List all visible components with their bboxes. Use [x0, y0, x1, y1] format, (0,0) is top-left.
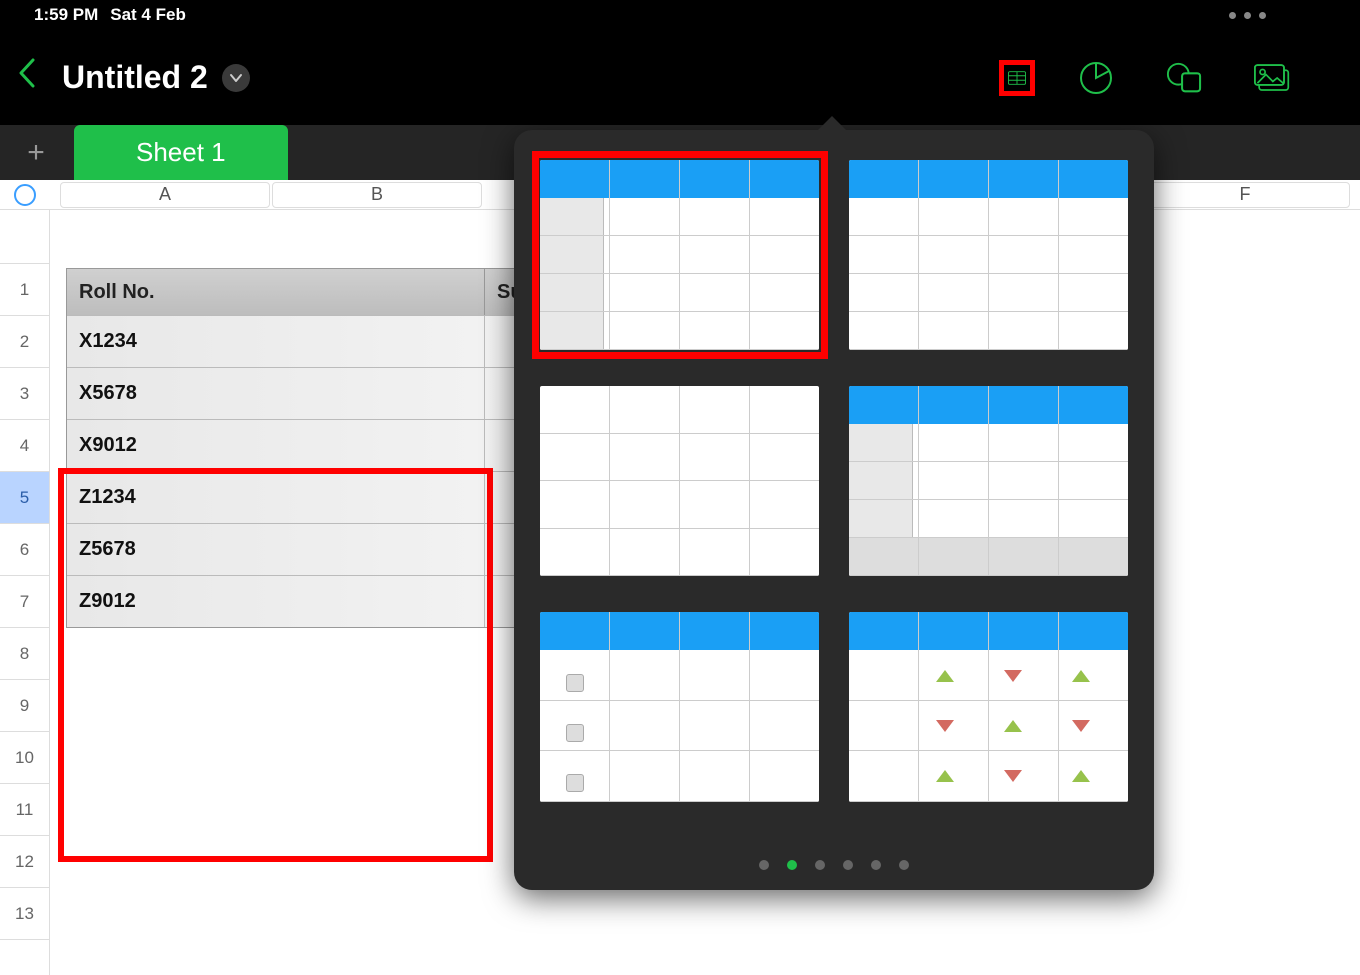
- row-numbers: 1 2 3 4 5 6 7 8 9 10 11 12 13: [0, 210, 50, 975]
- row-num[interactable]: 9: [0, 680, 49, 732]
- row-num[interactable]: 12: [0, 836, 49, 888]
- row-num[interactable]: 8: [0, 628, 49, 680]
- popover-arrow: [816, 116, 848, 132]
- insert-shape-icon[interactable]: [1166, 60, 1202, 96]
- add-sheet-button[interactable]: +: [0, 125, 72, 180]
- table-style-option-3[interactable]: [540, 386, 819, 576]
- status-bar: 1:59 PM Sat 4 Feb: [0, 0, 1360, 30]
- title-bar: Untitled 2: [0, 30, 1360, 125]
- row-num[interactable]: 1: [0, 264, 49, 316]
- row-num[interactable]: 5: [0, 472, 49, 524]
- row-num[interactable]: 6: [0, 524, 49, 576]
- table-cell[interactable]: X5678: [67, 368, 485, 419]
- back-button[interactable]: [18, 58, 36, 97]
- document-title[interactable]: Untitled 2: [62, 59, 208, 96]
- insert-media-icon[interactable]: [1254, 60, 1290, 96]
- row-num[interactable]: 4: [0, 420, 49, 472]
- status-time: 1:59 PM: [34, 5, 98, 25]
- status-date: Sat 4 Feb: [110, 5, 186, 25]
- select-all-corner[interactable]: [0, 181, 50, 209]
- table-cell[interactable]: X9012: [67, 420, 485, 471]
- row-num[interactable]: 13: [0, 888, 49, 940]
- table-cell[interactable]: Z1234: [67, 472, 485, 523]
- table-styles-popover: [514, 130, 1154, 890]
- table-header-cell[interactable]: Roll No.: [67, 269, 485, 315]
- row-num[interactable]: 2: [0, 316, 49, 368]
- row-num[interactable]: 3: [0, 368, 49, 420]
- table-style-option-6[interactable]: [849, 612, 1128, 802]
- insert-table-icon[interactable]: [999, 60, 1035, 96]
- document-title-menu[interactable]: [222, 64, 250, 92]
- popover-page-dots[interactable]: [514, 860, 1154, 870]
- table-style-option-1[interactable]: [540, 160, 819, 350]
- col-header-b[interactable]: B: [272, 182, 482, 208]
- status-menu-dots[interactable]: [1229, 12, 1266, 19]
- table-cell[interactable]: Z5678: [67, 524, 485, 575]
- table-style-option-5[interactable]: [540, 612, 819, 802]
- sheet-tab-1[interactable]: Sheet 1: [74, 125, 288, 180]
- table-style-option-2[interactable]: [849, 160, 1128, 350]
- row-num[interactable]: 10: [0, 732, 49, 784]
- table-style-option-4[interactable]: [849, 386, 1128, 576]
- row-num[interactable]: 11: [0, 784, 49, 836]
- col-header-f[interactable]: F: [1140, 182, 1350, 208]
- table-cell[interactable]: X1234: [67, 316, 485, 367]
- col-header-a[interactable]: A: [60, 182, 270, 208]
- table-cell[interactable]: Z9012: [67, 576, 485, 627]
- row-num[interactable]: 7: [0, 576, 49, 628]
- insert-chart-icon[interactable]: [1078, 60, 1114, 96]
